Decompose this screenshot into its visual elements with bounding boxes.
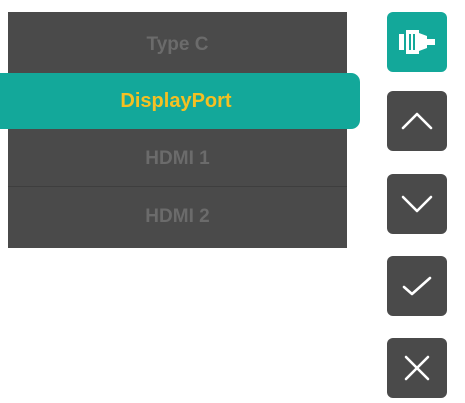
input-source-menu: Type C HDMI 1 HDMI 2	[8, 12, 347, 248]
input-connector-icon	[399, 30, 435, 54]
menu-item-label: DisplayPort	[120, 89, 232, 112]
menu-item-type-c[interactable]: Type C	[8, 16, 347, 74]
menu-divider	[8, 186, 347, 187]
checkmark-icon	[402, 276, 432, 296]
chevron-down-icon	[401, 195, 433, 213]
menu-item-hdmi-2[interactable]: HDMI 2	[8, 188, 347, 246]
up-button[interactable]	[387, 91, 447, 151]
confirm-button[interactable]	[387, 256, 447, 316]
chevron-up-icon	[401, 112, 433, 130]
menu-item-label: Type C	[146, 34, 209, 55]
menu-item-label: HDMI 2	[145, 206, 210, 227]
close-icon	[404, 355, 430, 381]
menu-item-hdmi-1[interactable]: HDMI 1	[8, 130, 347, 188]
osd-screen: Type C HDMI 1 HDMI 2 DisplayPort	[0, 0, 465, 403]
down-button[interactable]	[387, 174, 447, 234]
menu-item-label: HDMI 1	[145, 148, 210, 169]
close-button[interactable]	[387, 338, 447, 398]
input-source-button[interactable]	[387, 12, 447, 72]
menu-item-displayport[interactable]: DisplayPort	[0, 73, 360, 129]
